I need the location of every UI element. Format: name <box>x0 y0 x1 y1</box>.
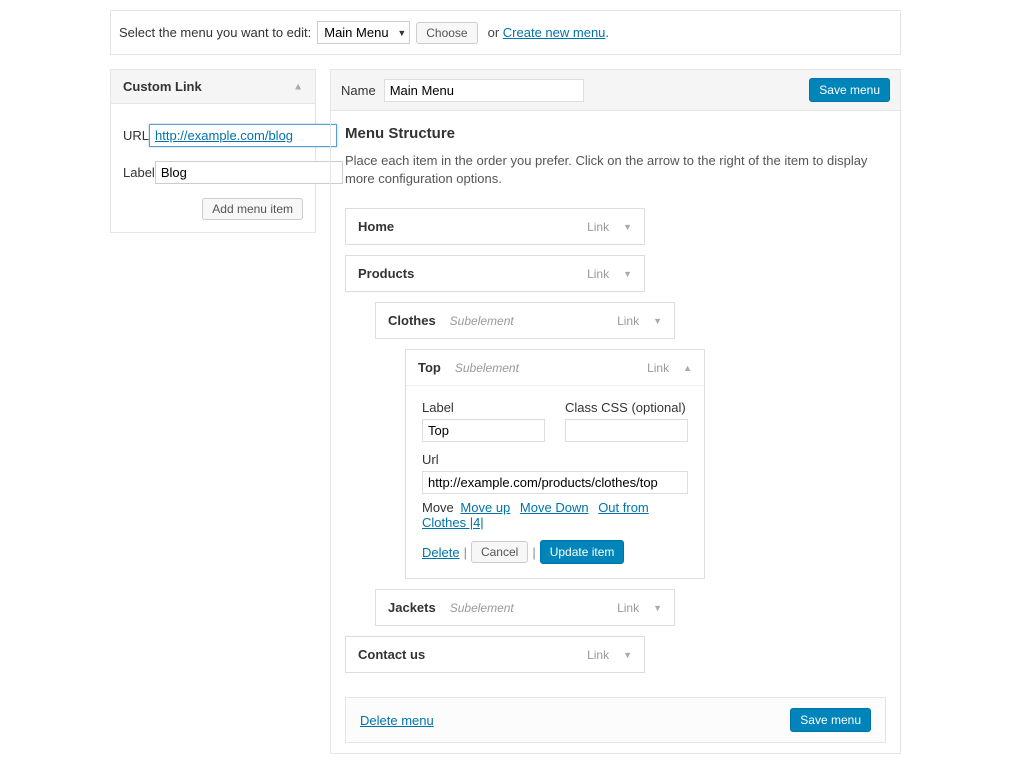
sidebar: Custom Link ▲ URL Label Add menu item <box>110 69 316 233</box>
item-subelement: Subelement <box>450 601 514 615</box>
label-label: Label <box>123 165 155 180</box>
main-header: Name Save menu <box>330 69 901 111</box>
custom-link-header[interactable]: Custom Link ▲ <box>111 70 315 104</box>
url-label: URL <box>123 128 149 143</box>
separator: | <box>532 545 535 560</box>
expanded-url-input[interactable] <box>422 471 688 494</box>
menu-item-header[interactable]: Clothes Subelement Link ▼ <box>376 303 674 338</box>
delete-item-link[interactable]: Delete <box>422 545 460 560</box>
menu-structure-desc: Place each item in the order you prefer.… <box>345 152 886 188</box>
update-item-button[interactable]: Update item <box>540 540 625 564</box>
item-subelement: Subelement <box>455 361 519 375</box>
or-text: or Create new menu. <box>488 25 609 40</box>
menu-select[interactable]: Main Menu <box>317 21 410 44</box>
menu-item-body: Label Class CSS (optional) Url Move <box>406 385 704 578</box>
menu-item-header[interactable]: Home Link ▼ <box>346 209 644 244</box>
custom-link-title: Custom Link <box>123 79 202 94</box>
save-menu-button-top[interactable]: Save menu <box>809 78 890 102</box>
chevron-down-icon: ▼ <box>623 269 632 279</box>
item-type: Link <box>587 267 609 281</box>
item-type: Link <box>617 314 639 328</box>
menu-item-jackets: Jackets Subelement Link ▼ <box>375 589 675 626</box>
move-row: Move Move up Move Down Out from Clothes … <box>422 500 688 530</box>
label-input[interactable] <box>155 161 343 184</box>
move-down-link[interactable]: Move Down <box>520 500 589 515</box>
menu-name-input[interactable] <box>384 79 584 102</box>
delete-menu-link[interactable]: Delete menu <box>360 713 434 728</box>
menu-item-header[interactable]: Products Link ▼ <box>346 256 644 291</box>
menu-structure-title: Menu Structure <box>345 125 886 142</box>
move-label: Move <box>422 500 454 515</box>
chevron-up-icon: ▲ <box>293 81 303 92</box>
choose-button[interactable]: Choose <box>416 22 477 44</box>
separator: | <box>464 545 467 560</box>
menu-item-clothes: Clothes Subelement Link ▼ <box>375 302 675 339</box>
name-label: Name <box>341 83 376 98</box>
cancel-button[interactable]: Cancel <box>471 541 528 563</box>
expanded-url-label: Url <box>422 452 688 467</box>
url-input[interactable] <box>149 124 337 147</box>
menu-item-top: Top Subelement Link ▲ Label Class CSS (o… <box>405 349 705 579</box>
chevron-down-icon: ▼ <box>653 316 662 326</box>
menu-item-home: Home Link ▼ <box>345 208 645 245</box>
main-panel: Name Save menu Menu Structure Place each… <box>330 69 901 754</box>
menu-selector-bar: Select the menu you want to edit: Main M… <box>110 10 901 55</box>
item-title: Jackets <box>388 600 436 615</box>
expanded-class-input[interactable] <box>565 419 688 442</box>
item-subelement: Subelement <box>450 314 514 328</box>
custom-link-accordion: Custom Link ▲ URL Label Add menu item <box>110 69 316 233</box>
menu-item-products: Products Link ▼ <box>345 255 645 292</box>
item-title: Products <box>358 266 414 281</box>
menu-item-header[interactable]: Contact us Link ▼ <box>346 637 644 672</box>
item-type: Link <box>587 220 609 234</box>
item-type: Link <box>617 601 639 615</box>
save-menu-button-bottom[interactable]: Save menu <box>790 708 871 732</box>
select-menu-label: Select the menu you want to edit: <box>119 25 311 40</box>
item-type: Link <box>587 648 609 662</box>
item-title: Contact us <box>358 647 425 662</box>
chevron-down-icon: ▼ <box>653 603 662 613</box>
menu-item-header[interactable]: Top Subelement Link ▲ <box>406 350 704 385</box>
expanded-class-label: Class CSS (optional) <box>565 400 688 415</box>
chevron-down-icon: ▼ <box>623 650 632 660</box>
chevron-up-icon: ▲ <box>683 363 692 373</box>
move-up-link[interactable]: Move up <box>460 500 510 515</box>
chevron-down-icon: ▼ <box>623 222 632 232</box>
item-title: Clothes <box>388 313 436 328</box>
item-title: Home <box>358 219 394 234</box>
create-new-menu-link[interactable]: Create new menu <box>503 25 606 40</box>
item-title: Top <box>418 360 441 375</box>
main-footer: Delete menu Save menu <box>345 697 886 743</box>
expanded-label-input[interactable] <box>422 419 545 442</box>
item-type: Link <box>647 361 669 375</box>
expanded-label-label: Label <box>422 400 545 415</box>
menu-item-header[interactable]: Jackets Subelement Link ▼ <box>376 590 674 625</box>
add-menu-item-button[interactable]: Add menu item <box>202 198 303 220</box>
